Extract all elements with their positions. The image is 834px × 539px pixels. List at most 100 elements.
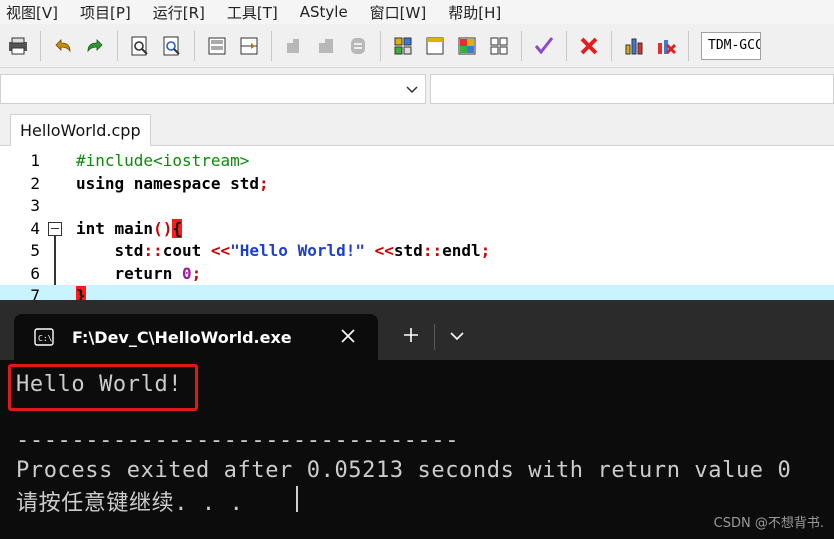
menu-project[interactable]: 项目[P] [80, 2, 131, 23]
code-editor[interactable]: 1 #include<iostream> 2 using namespace s… [0, 146, 834, 308]
code-text: ; [191, 263, 202, 283]
bar-chart-icon [625, 38, 643, 54]
chart-button[interactable] [621, 33, 647, 59]
run-button[interactable] [313, 33, 339, 59]
layout-window-button[interactable] [422, 33, 448, 59]
check-button[interactable] [531, 33, 557, 59]
close-icon[interactable] [340, 328, 356, 344]
code-line: 6 return 0; [0, 263, 834, 286]
toolbar-separator [521, 30, 522, 61]
check-icon [534, 36, 554, 54]
debug-button[interactable] [345, 33, 371, 59]
highlight-box [8, 364, 198, 411]
member-dropdown[interactable] [430, 74, 834, 104]
layout-tiles-button[interactable] [486, 33, 512, 59]
grid-icon [394, 37, 412, 54]
print-icon [9, 37, 27, 54]
close-icon [580, 37, 598, 54]
console-tab[interactable]: C:\ F:\Dev_C\HelloWorld.exe [14, 314, 378, 360]
menu-view[interactable]: 视图[V] [6, 2, 58, 23]
compiler-select[interactable]: TDM-GCC [701, 31, 761, 60]
chevron-down-icon[interactable] [449, 330, 465, 342]
cmd-icon: C:\ [34, 328, 54, 346]
redo-icon [87, 38, 103, 52]
line-number: 1 [30, 151, 40, 170]
code-text: std [393, 241, 423, 260]
undo-button[interactable] [50, 33, 76, 59]
toolbar-separator [117, 30, 118, 61]
new-project-button[interactable] [204, 33, 230, 59]
code-text: int main [76, 218, 154, 238]
line-number: 5 [30, 241, 40, 260]
menu-astyle[interactable]: AStyle [300, 3, 348, 21]
redo-button[interactable] [82, 33, 108, 59]
menu-bar: 视图[V] 项目[P] 运行[R] 工具[T] AStyle 窗口[W] 帮助[… [0, 0, 834, 24]
toolbar-separator [380, 30, 381, 61]
code-string: "Hello World!" [230, 241, 365, 260]
code-line: 1 #include<iostream> [0, 150, 834, 173]
compile-button[interactable] [281, 33, 307, 59]
delete-chart-icon [658, 39, 677, 54]
matched-brace: { [172, 218, 182, 238]
debug-icon [351, 37, 365, 54]
code-text: :: [143, 241, 163, 260]
console-window[interactable]: C:\ F:\Dev_C\HelloWorld.exe Hello World!… [0, 300, 834, 539]
class-dropdown[interactable] [0, 74, 426, 104]
code-text: :: [422, 241, 443, 260]
console-prompt: 请按任意键继续. . . [16, 491, 244, 516]
toolbar-separator [40, 30, 41, 61]
menu-tools[interactable]: 工具[T] [227, 2, 278, 23]
svg-text:C:\: C:\ [38, 334, 53, 343]
text-cursor [296, 486, 298, 512]
tiles-icon [490, 37, 508, 54]
toolbar-separator [194, 30, 195, 61]
delete-chart-button[interactable] [653, 33, 679, 59]
close-button[interactable] [576, 33, 602, 59]
code-text: endl [442, 241, 481, 260]
menu-run[interactable]: 运行[R] [153, 2, 205, 23]
line-number: 3 [30, 196, 40, 215]
replace-button[interactable] [159, 33, 185, 59]
watermark: CSDN @不想背书. [713, 516, 824, 531]
split-icon [240, 37, 258, 54]
code-text: return [76, 263, 182, 283]
print-button[interactable] [5, 33, 31, 59]
code-text: #include<iostream> [76, 151, 250, 170]
class-browser-bar [0, 72, 834, 106]
code-line: 3 [0, 195, 834, 218]
line-number: 4 [30, 218, 40, 238]
toolbar-separator [271, 30, 272, 61]
code-text: std [76, 241, 144, 260]
menu-help[interactable]: 帮助[H] [448, 2, 501, 23]
new-tab-icon[interactable] [402, 326, 420, 344]
tabbar-divider [434, 324, 435, 350]
toolbar-separator [688, 30, 689, 61]
toolbar: TDM-GCC [0, 24, 834, 68]
code-text: << [210, 241, 231, 260]
code-text: () [153, 218, 173, 238]
layout-grid-button[interactable] [390, 33, 416, 59]
tab-helloworld-cpp[interactable]: HelloWorld.cpp [10, 114, 151, 146]
find-icon [131, 36, 148, 55]
fold-collapse-icon[interactable] [48, 221, 62, 236]
code-text: ; [259, 173, 269, 193]
code-text: << [365, 241, 394, 260]
run-icon [319, 38, 333, 53]
menu-window[interactable]: 窗口[W] [370, 2, 427, 23]
code-number: 0 [181, 263, 192, 283]
code-line: 5 std::cout <<"Hello World!" <<std::endl… [0, 240, 834, 263]
line-number: 6 [30, 263, 40, 283]
compile-icon [287, 38, 299, 53]
console-separator: -------------------------------- [16, 428, 460, 453]
palette-icon [458, 37, 476, 54]
find-button[interactable] [127, 33, 153, 59]
line-number: 2 [30, 173, 40, 193]
toolbar-separator [566, 30, 567, 61]
code-text: using namespace std [76, 173, 260, 193]
console-tabbar: C:\ F:\Dev_C\HelloWorld.exe [0, 300, 834, 360]
editor-tabstrip: HelloWorld.cpp [0, 108, 834, 146]
split-button[interactable] [236, 33, 262, 59]
code-line: 4 int main(){ [0, 218, 834, 241]
code-line: 2 using namespace std; [0, 173, 834, 196]
layout-color-button[interactable] [454, 33, 480, 59]
